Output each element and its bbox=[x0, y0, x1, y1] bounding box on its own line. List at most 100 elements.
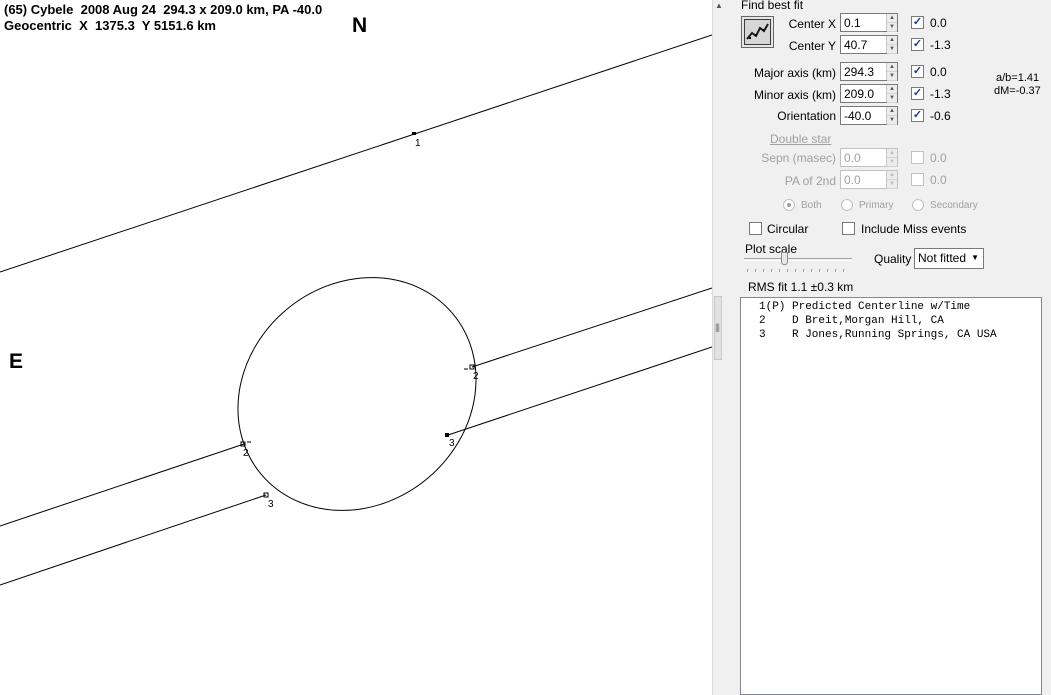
fitted-ellipse bbox=[237, 277, 477, 511]
double-star-heading: Double star bbox=[770, 132, 832, 146]
ab-ratio: a/b=1.41 bbox=[996, 72, 1040, 84]
slider-tick bbox=[835, 269, 836, 272]
plot-scale-label: Plot scale bbox=[745, 242, 798, 256]
spin-up-icon[interactable]: ▲ bbox=[886, 149, 897, 158]
major-axis-field[interactable] bbox=[841, 63, 886, 80]
chord-label-3-end: 3 bbox=[449, 438, 455, 449]
radio-primary-label: Primary bbox=[859, 200, 894, 211]
list-item[interactable]: 1(P) Predicted Centerline w/Time bbox=[741, 300, 1041, 314]
quality-select[interactable]: Not fitted ▼ bbox=[914, 248, 984, 269]
minor-axis-label: Minor axis (km) bbox=[753, 88, 836, 102]
sepn-label: Sepn (masec) bbox=[761, 151, 836, 165]
spin-up-icon[interactable]: ▲ bbox=[886, 63, 897, 72]
major-axis-input[interactable]: ▲▼ bbox=[840, 62, 898, 81]
pa2nd-field[interactable] bbox=[841, 171, 886, 188]
radio-primary[interactable] bbox=[841, 199, 853, 211]
spin-down-icon[interactable]: ▼ bbox=[886, 94, 897, 103]
slider-tick bbox=[795, 269, 796, 272]
circular-checkbox[interactable] bbox=[749, 222, 762, 235]
orientation-input[interactable]: ▲▼ bbox=[840, 106, 898, 125]
orientation-fit: -0.6 bbox=[930, 109, 951, 123]
slider-tick bbox=[755, 269, 756, 272]
chord-label-2-start: 2 bbox=[243, 448, 249, 459]
center-x-checkbox[interactable]: ✓ bbox=[911, 16, 924, 29]
slider-tick bbox=[811, 269, 812, 272]
spin-up-icon[interactable]: ▲ bbox=[886, 14, 897, 23]
geocentric-coords: Geocentric X 1375.3 Y 5151.6 km bbox=[4, 18, 216, 33]
radio-secondary-label: Secondary bbox=[930, 200, 978, 211]
find-best-fit-button[interactable] bbox=[741, 16, 774, 48]
radio-both[interactable] bbox=[783, 199, 795, 211]
plot-scale-thumb[interactable] bbox=[781, 252, 788, 265]
center-y-checkbox[interactable]: ✓ bbox=[911, 38, 924, 51]
occultation-plot: 1 2 2 3 3 bbox=[0, 34, 712, 586]
delta-magnitude: dM=-0.37 bbox=[994, 85, 1041, 97]
spin-down-icon[interactable]: ▼ bbox=[886, 116, 897, 125]
circular-label: Circular bbox=[767, 222, 809, 236]
center-y-fit: -1.3 bbox=[930, 38, 951, 52]
fit-panel: Find best fit Center X ▲▼ ✓ 0.0 Center Y… bbox=[722, 0, 1051, 695]
center-y-label: Center Y bbox=[788, 39, 836, 53]
event-marker bbox=[412, 132, 416, 135]
spin-down-icon[interactable]: ▼ bbox=[886, 72, 897, 81]
slider-tick bbox=[787, 269, 788, 272]
slider-tick bbox=[827, 269, 828, 272]
slider-tick bbox=[803, 269, 804, 272]
spin-down-icon[interactable]: ▼ bbox=[886, 45, 897, 54]
chord-line-3a bbox=[0, 494, 267, 586]
chord-line-1 bbox=[0, 34, 712, 273]
major-axis-checkbox[interactable]: ✓ bbox=[911, 65, 924, 78]
spin-down-icon[interactable]: ▼ bbox=[886, 23, 897, 32]
spin-up-icon[interactable]: ▲ bbox=[886, 36, 897, 45]
plot-title: (65) Cybele 2008 Aug 24 294.3 x 209.0 km… bbox=[4, 2, 323, 17]
spin-up-icon[interactable]: ▲ bbox=[886, 107, 897, 116]
find-best-fit-label: Find best fit bbox=[741, 0, 804, 12]
major-axis-fit: 0.0 bbox=[930, 65, 947, 79]
chevron-down-icon: ▼ bbox=[971, 253, 979, 262]
radio-secondary[interactable] bbox=[912, 199, 924, 211]
major-axis-label: Major axis (km) bbox=[753, 66, 836, 80]
radio-both-label: Both bbox=[801, 200, 822, 211]
sepn-fit: 0.0 bbox=[930, 151, 947, 165]
plot-scale-track[interactable] bbox=[744, 258, 852, 261]
slider-tick bbox=[771, 269, 772, 272]
quality-value: Not fitted bbox=[918, 251, 967, 265]
orientation-field[interactable] bbox=[841, 107, 886, 124]
minor-axis-fit: -1.3 bbox=[930, 87, 951, 101]
chord-label-3-start: 3 bbox=[268, 499, 274, 510]
center-x-input[interactable]: ▲▼ bbox=[840, 13, 898, 32]
pa2nd-label: PA of 2nd bbox=[784, 174, 836, 188]
orientation-label: Orientation bbox=[777, 109, 836, 123]
spin-down-icon[interactable]: ▼ bbox=[886, 180, 897, 189]
include-miss-checkbox[interactable] bbox=[842, 222, 855, 235]
minor-axis-field[interactable] bbox=[841, 85, 886, 102]
spin-up-icon[interactable]: ▲ bbox=[886, 85, 897, 94]
chord-label-1: 1 bbox=[415, 138, 421, 149]
sepn-field[interactable] bbox=[841, 149, 886, 166]
quality-label: Quality bbox=[874, 252, 912, 266]
center-y-field[interactable] bbox=[841, 36, 886, 53]
pa2nd-fit: 0.0 bbox=[930, 173, 947, 187]
spin-down-icon[interactable]: ▼ bbox=[886, 158, 897, 167]
event-marker bbox=[445, 433, 449, 437]
plot-area[interactable]: 1 2 2 3 3 (65) Cybele 2008 Aug 24 294.3 … bbox=[0, 0, 712, 695]
sepn-checkbox[interactable] bbox=[911, 151, 924, 164]
list-item[interactable]: 3 R Jones,Running Springs, CA USA bbox=[741, 328, 1041, 342]
panel-splitter[interactable]: ▲ ||| bbox=[712, 0, 723, 695]
slider-tick bbox=[763, 269, 764, 272]
observer-list[interactable]: 1(P) Predicted Centerline w/Time 2 D Bre… bbox=[740, 297, 1042, 695]
minor-axis-checkbox[interactable]: ✓ bbox=[911, 87, 924, 100]
orientation-checkbox[interactable]: ✓ bbox=[911, 109, 924, 122]
pa2nd-checkbox[interactable] bbox=[911, 173, 924, 186]
sepn-input[interactable]: ▲▼ bbox=[840, 148, 898, 167]
spin-up-icon[interactable]: ▲ bbox=[886, 171, 897, 180]
pa2nd-input[interactable]: ▲▼ bbox=[840, 170, 898, 189]
chord-line-2a bbox=[0, 443, 245, 527]
list-item[interactable]: 2 D Breit,Morgan Hill, CA bbox=[741, 314, 1041, 328]
minor-axis-input[interactable]: ▲▼ bbox=[840, 84, 898, 103]
center-x-field[interactable] bbox=[841, 14, 886, 31]
center-y-input[interactable]: ▲▼ bbox=[840, 35, 898, 54]
include-miss-label: Include Miss events bbox=[861, 222, 967, 236]
slider-tick bbox=[779, 269, 780, 272]
slider-tick bbox=[843, 269, 844, 272]
